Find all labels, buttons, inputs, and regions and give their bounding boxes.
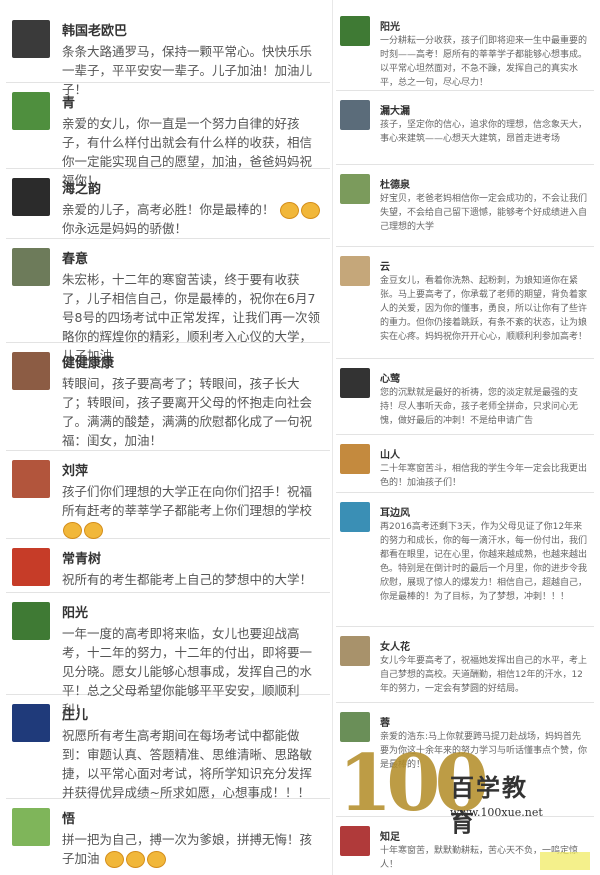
comment-item: 海之韵 亲爱的儿子，高考必胜！你是最棒的！ 你永远是妈妈的骄傲！: [6, 168, 330, 239]
fist-emoji-icon: [104, 851, 124, 868]
fist-emoji-icon: [125, 851, 145, 868]
avatar[interactable]: [340, 256, 370, 286]
avatar[interactable]: [340, 368, 370, 398]
comment-author[interactable]: 健健康康: [62, 352, 114, 371]
avatar[interactable]: [12, 460, 50, 498]
avatar[interactable]: [12, 548, 50, 586]
fist-emoji-icon: [146, 851, 166, 868]
comment-author[interactable]: 阳光: [62, 602, 88, 621]
victory-emoji-icon: [84, 522, 103, 539]
smile-emoji-icon: [63, 522, 82, 539]
comment-item: 阳光 一年一度的高考即将来临，女儿也要迎战高考，十二年的努力，十二年的付出，即将…: [6, 592, 330, 717]
comment-author[interactable]: 女人花: [380, 638, 410, 653]
comment-item: 韩国老欧巴 条条大路通罗马，保持一颗平常心。快快乐乐一辈子，平平安安一辈子。儿子…: [6, 10, 330, 97]
comment-item: 刘萍 孩子们你们理想的大学正在向你们招手！祝福所有赶考的莘莘学子都能考上你们理想…: [6, 450, 330, 539]
comment-text-line: 你永远是妈妈的骄傲！: [62, 221, 188, 236]
comment-author[interactable]: 漏大漏: [380, 102, 410, 117]
comment-text-line: 拼一把为自己，搏一次为爹娘，拼搏无悔！孩子加油: [62, 832, 313, 866]
comment-text: 拼一把为自己，搏一次为爹娘，拼搏无悔！孩子加油: [62, 830, 324, 868]
comment-item: 悟 拼一把为自己，搏一次为爹娘，拼搏无悔！孩子加油: [6, 798, 330, 875]
avatar[interactable]: [12, 602, 50, 640]
comment-text-line: 亲爱的儿子，高考必胜！你是最棒的！: [62, 202, 275, 217]
avatar[interactable]: [12, 352, 50, 390]
comment-text: 亲爱的儿子，高考必胜！你是最棒的！ 你永远是妈妈的骄傲！: [62, 200, 324, 238]
comment-item: 常青树 祝所有的考生都能考上自己的梦想中的大学！: [6, 538, 330, 593]
avatar[interactable]: [12, 20, 50, 58]
comment-item: 耳边风 再2016高考还剩下3天，作为父母见证了你12年来的努力和成长，你的每一…: [336, 492, 594, 627]
watermark-brand: 百学教育: [450, 774, 528, 837]
avatar[interactable]: [340, 502, 370, 532]
avatar[interactable]: [340, 16, 370, 46]
comment-item: 健健康康 转眼间，孩子要高考了；转眼间，孩子长大了；转眼间，孩子要离开父母的怀抱…: [6, 342, 330, 451]
comment-author[interactable]: 蓉: [380, 714, 390, 729]
avatar[interactable]: [340, 636, 370, 666]
comment-author[interactable]: 悟: [62, 808, 75, 827]
avatar[interactable]: [12, 92, 50, 130]
comment-text: 再2016高考还剩下3天，作为父母见证了你12年来的努力和成长，你的每一滴汗水，…: [380, 522, 588, 602]
comment-author[interactable]: 庄儿: [62, 704, 88, 723]
comment-item: 山人 二十年寒窗苦斗，相信我的学生今年一定会比我更出色的！加油孩子们！: [336, 434, 594, 493]
comment-item: 庄儿 祝愿所有考生高考期间在每场考试中都能做到：审题认真、答题精准、思维清晰、思…: [6, 694, 330, 800]
comment-author[interactable]: 青: [62, 92, 75, 111]
comment-item: 杜德泉 好宝贝，老爸老妈相信你一定会成功的，不会让我们失望，不会给自己留下遗憾，…: [336, 164, 594, 247]
comment-item: 阳光 一分耕耘一分收获，孩子们即将迎来一生中最重要的时刻——高考！愿所有的莘莘学…: [336, 6, 594, 91]
comment-text: 孩子，坚定你的信心，追求你的理想，信念象天大，事心来建筑——心想天大建筑，昂首走…: [380, 120, 588, 144]
comment-text: 好宝贝，老爸老妈相信你一定会成功的，不会让我们失望，不会给自己留下遗憾，能够考个…: [380, 194, 588, 232]
comment-item: 春意 朱宏彬，十二年的寒窗苦读，终于要有收获了，儿子相信自己，你是最棒的，祝你在…: [6, 238, 330, 363]
avatar[interactable]: [12, 248, 50, 286]
comment-author[interactable]: 刘萍: [62, 460, 88, 479]
comment-text: 转眼间，孩子要高考了；转眼间，孩子长大了；转眼间，孩子要离开父母的怀抱走向社会了…: [62, 376, 313, 448]
comment-text-line: 孩子们你们理想的大学正在向你们招手！祝福所有赶考的莘莘学子都能考上你们理想的学校: [62, 484, 313, 518]
comment-author[interactable]: 春意: [62, 248, 88, 267]
comment-author[interactable]: 杜德泉: [380, 176, 410, 191]
comment-item: 云 金豆女儿，看着你洗熟、起粉刺，为娘知道你在紧张。马上要高考了，你承载了老师的…: [336, 246, 594, 359]
comment-text: 祝愿所有考生高考期间在每场考试中都能做到：审题认真、答题精准、思维清晰、思路敏捷…: [62, 728, 313, 800]
avatar[interactable]: [340, 174, 370, 204]
avatar[interactable]: [340, 100, 370, 130]
comment-text: 二十年寒窗苦斗，相信我的学生今年一定会比我更出色的！加油孩子们！: [380, 464, 588, 488]
comment-text: 孩子们你们理想的大学正在向你们招手！祝福所有赶考的莘莘学子都能考上你们理想的学校: [62, 482, 324, 539]
avatar[interactable]: [12, 178, 50, 216]
comment-text: 一分耕耘一分收获，孩子们即将迎来一生中最重要的时刻——高考！愿所有的莘莘学子都能…: [380, 36, 588, 88]
comment-author[interactable]: 耳边风: [380, 504, 410, 519]
comment-text: 祝所有的考生都能考上自己的梦想中的大学！: [62, 572, 313, 587]
fist-emoji-icon: [300, 202, 320, 219]
comment-text: 您的沉默就是最好的祈祷，您的淡定就是最强的支持！尽人事听天命，孩子老师全拼命，只…: [380, 388, 579, 426]
comment-item: 青 亲爱的女儿，你一直是一个努力自律的好孩子，有什么样付出就会有什么样的收获，相…: [6, 82, 330, 188]
comment-author[interactable]: 云: [380, 258, 390, 273]
avatar[interactable]: [12, 704, 50, 742]
watermark-url: www.100xue.net: [450, 806, 543, 819]
comment-author[interactable]: 常青树: [62, 548, 101, 567]
comment-item: 心莺 您的沉默就是最好的祈祷，您的淡定就是最强的支持！尽人事听天命，孩子老师全拼…: [336, 358, 594, 435]
comment-author[interactable]: 阳光: [380, 18, 400, 33]
comment-author[interactable]: 韩国老欧巴: [62, 20, 127, 39]
watermark-logo: 100 百学教育 www.100xue.net: [338, 730, 543, 840]
comment-text: 女儿今年要高考了，祝福她发挥出自己的水平，考上自己梦想的高校。天道酬勤，相信12…: [380, 656, 588, 694]
comment-item: 女人花 女儿今年要高考了，祝福她发挥出自己的水平，考上自己梦想的高校。天道酬勤，…: [336, 626, 594, 703]
comment-item: 漏大漏 孩子，坚定你的信心，追求你的理想，信念象天大，事心来建筑——心想天大建筑…: [336, 90, 594, 165]
avatar[interactable]: [340, 444, 370, 474]
comment-text: 金豆女儿，看着你洗熟、起粉刺，为娘知道你在紧张。马上要高考了，你承载了老师的期望…: [380, 276, 588, 342]
comment-author[interactable]: 心莺: [380, 370, 400, 385]
highlight-mark: [540, 852, 590, 870]
thumbs-up-emoji-icon: [279, 202, 299, 219]
comment-author[interactable]: 海之韵: [62, 178, 101, 197]
comment-author[interactable]: 山人: [380, 446, 400, 461]
column-divider: [332, 0, 333, 875]
avatar[interactable]: [12, 808, 50, 846]
